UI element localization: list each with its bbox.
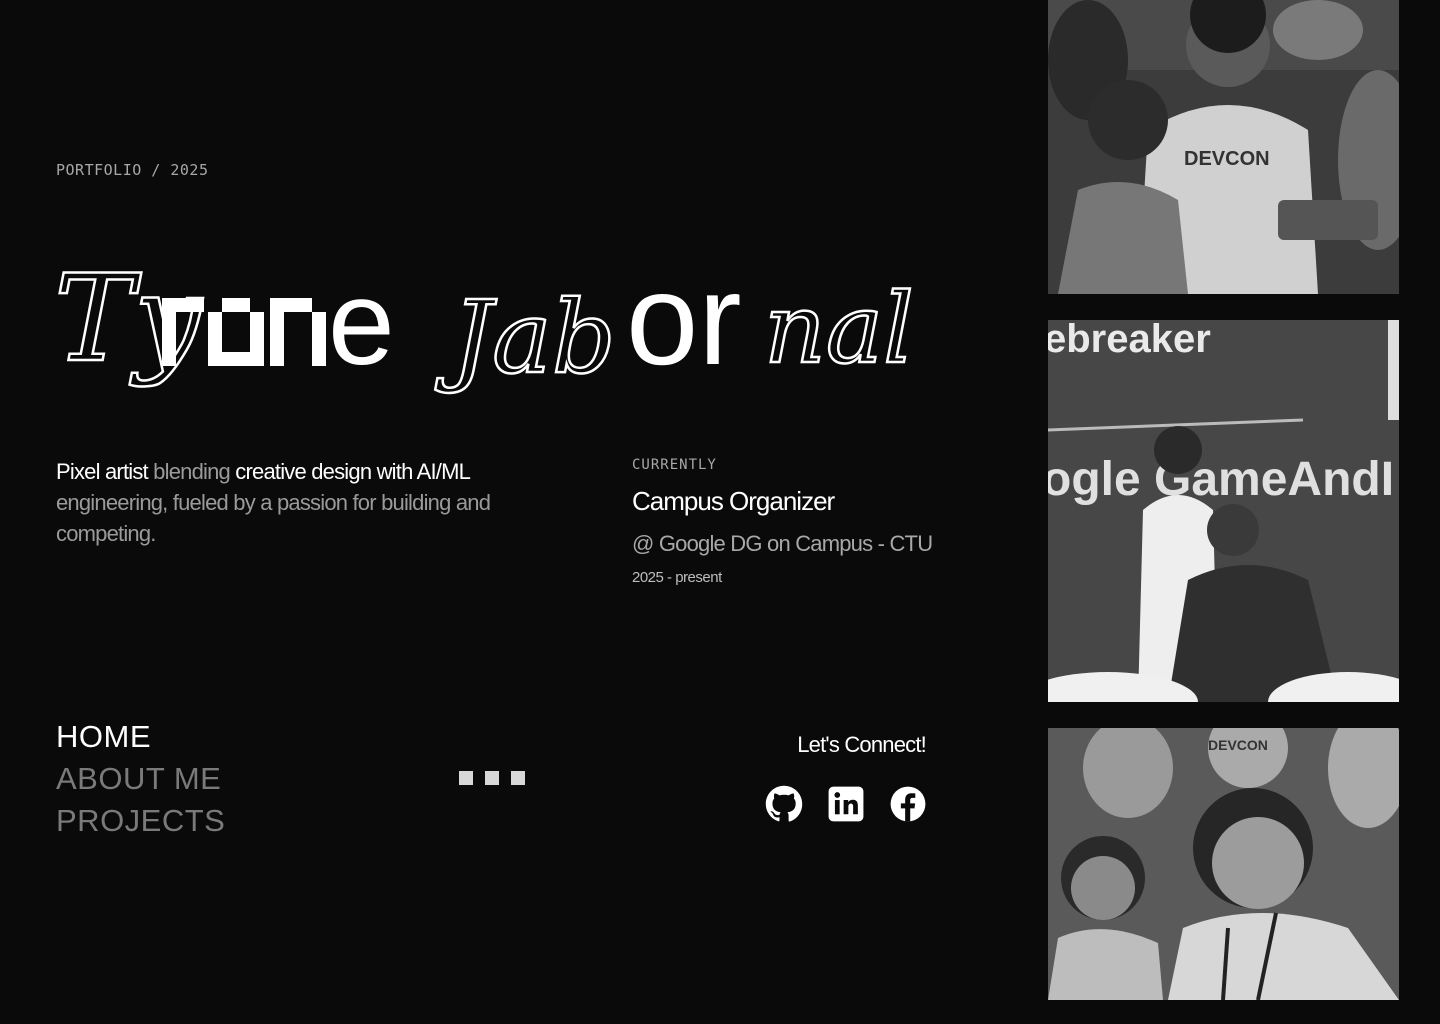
photo-gameandi-stage-image: ebreaker ogle GameAndI (1048, 320, 1399, 702)
current-org: @ Google DG on Campus - CTU (632, 531, 933, 556)
bio-part-2: blending (147, 459, 236, 484)
main-nav: HOME ABOUT ME PROJECTS (56, 716, 225, 842)
bio-part-3: creative design with AI/ML (235, 459, 470, 484)
bio-text: Pixel artist blending creative design wi… (56, 456, 526, 549)
facebook-icon[interactable] (889, 785, 927, 823)
name-part-ty: Ty (54, 250, 204, 389)
photo-3-shirt-text: DEVCON (1208, 737, 1268, 753)
connect-section: Let's Connect! (797, 732, 927, 758)
photo-1-shirt-text: DEVCON (1184, 148, 1270, 170)
portfolio-eyebrow: PORTFOLIO / 2025 (56, 161, 209, 179)
gallery-photo-devcon-selfie[interactable]: DEVCON (1048, 728, 1399, 1000)
social-links (765, 785, 927, 823)
current-position: CURRENTLY Campus Organizer @ Google DG o… (632, 457, 952, 586)
pager-dot-3[interactable] (511, 771, 525, 785)
name-part-jab: Jab (435, 279, 616, 396)
linkedin-icon[interactable] (827, 785, 865, 823)
nav-item-projects[interactable]: PROJECTS (56, 800, 225, 842)
current-label: CURRENTLY (632, 457, 717, 473)
name-part-on-pixel (208, 298, 326, 366)
slide-pager (459, 771, 525, 785)
bio-part-4: engineering, fueled by a passion for bui… (56, 490, 491, 546)
nav-item-home[interactable]: HOME (56, 716, 225, 758)
photo-2-banner-top: ebreaker (1048, 320, 1211, 361)
gallery-photo-gameandi-stage[interactable]: ebreaker ogle GameAndI (1048, 320, 1399, 702)
name-part-nal: nal (764, 273, 914, 385)
photo-devcon-workshop-image: DEVCON (1048, 0, 1399, 294)
hero-name-logo: Ty e Jab or nal (52, 232, 952, 432)
name-part-or: or (626, 246, 742, 392)
current-period: 2025 - present (632, 569, 722, 586)
portfolio-page: PORTFOLIO / 2025 Ty e Jab or nal Pixel a… (0, 0, 1440, 1024)
bio-part-1: Pixel artist (56, 459, 149, 484)
pager-dot-1[interactable] (459, 771, 473, 785)
name-part-e: e (328, 256, 395, 390)
hero-name-wordmark: Ty e Jab or nal (53, 246, 915, 397)
photo-devcon-selfie-image: DEVCON (1048, 728, 1399, 1000)
nav-item-about-me[interactable]: ABOUT ME (56, 758, 225, 800)
gallery-photo-devcon-workshop[interactable]: DEVCON (1048, 0, 1399, 294)
pager-dot-2[interactable] (485, 771, 499, 785)
current-role: Campus Organizer (632, 486, 835, 516)
connect-title: Let's Connect! (797, 732, 927, 757)
github-icon[interactable] (765, 785, 803, 823)
photo-gallery: DEVCON ebreaker ogle GameAndI DEVCON (1048, 0, 1399, 1024)
photo-2-banner-mid: ogle GameAndI (1048, 453, 1394, 506)
